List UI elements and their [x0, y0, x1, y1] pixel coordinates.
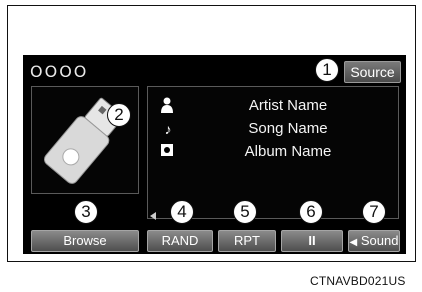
- artist-icon: [160, 97, 176, 115]
- speaker-icon: ◀: [349, 237, 358, 248]
- sound-button[interactable]: ◀ Sound: [348, 230, 400, 252]
- album-row: Album Name: [148, 141, 400, 165]
- music-note-icon: ♪: [164, 121, 172, 137]
- callout-2: 2: [107, 103, 131, 127]
- figure-code: CTNAVBD021US: [310, 274, 406, 288]
- browse-button[interactable]: Browse: [31, 230, 139, 252]
- pause-button[interactable]: II: [281, 230, 343, 252]
- callout-3: 3: [74, 200, 98, 224]
- callout-1: 1: [315, 58, 339, 82]
- artist-name: Artist Name: [248, 97, 328, 114]
- album-icon: [160, 143, 176, 161]
- callout-5: 5: [233, 200, 257, 224]
- album-name: Album Name: [244, 143, 332, 160]
- repeat-button[interactable]: RPT: [218, 230, 276, 252]
- sound-button-label: Sound: [360, 233, 399, 248]
- random-button[interactable]: RAND: [147, 230, 213, 252]
- track-info-panel: Artist Name ♪ Song Name Album Name: [147, 86, 399, 219]
- song-name: Song Name: [248, 120, 328, 137]
- artist-row: Artist Name: [148, 95, 400, 119]
- media-art-panel: [31, 86, 139, 194]
- song-row: ♪ Song Name: [148, 118, 400, 142]
- source-button[interactable]: Source: [344, 61, 401, 83]
- seek-back-icon: [150, 212, 156, 220]
- source-indicator: OOOO: [30, 62, 89, 81]
- callout-4: 4: [170, 200, 194, 224]
- callout-7: 7: [362, 200, 386, 224]
- callout-6: 6: [299, 200, 323, 224]
